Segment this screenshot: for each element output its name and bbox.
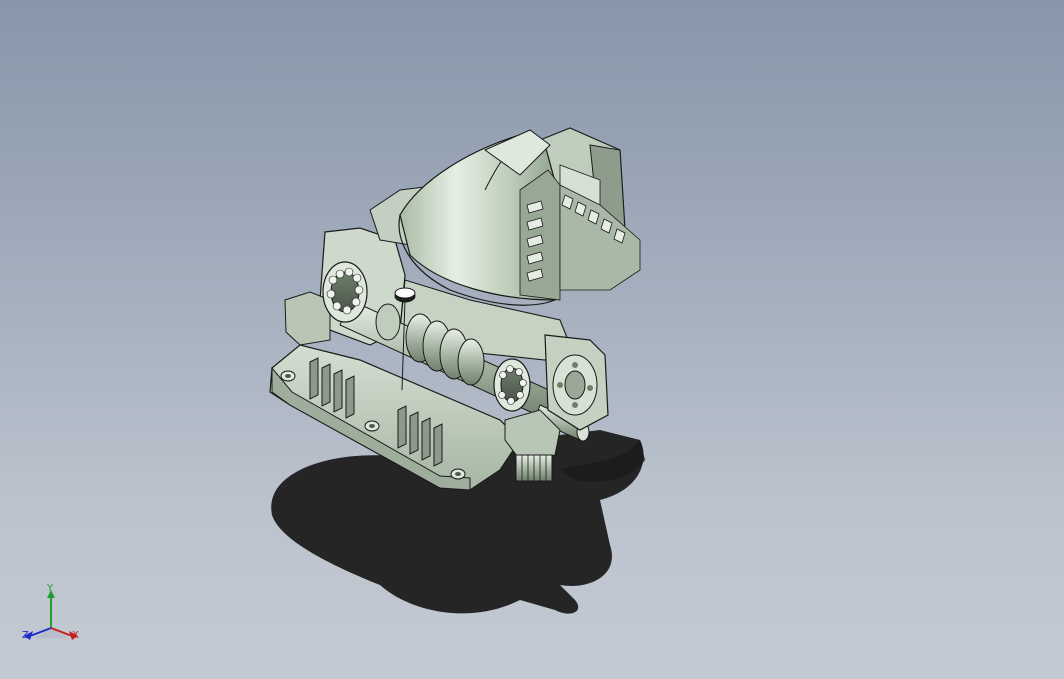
triad-x-label: X <box>72 630 79 641</box>
triad-z-label: Z <box>22 630 29 641</box>
triad-y-label: Y <box>47 583 54 594</box>
graphics-viewport[interactable]: Y X Z <box>0 0 1064 679</box>
model-scene[interactable] <box>0 0 1064 679</box>
spline-shaft <box>515 454 553 482</box>
coordinate-triad: Y X Z <box>16 584 86 648</box>
